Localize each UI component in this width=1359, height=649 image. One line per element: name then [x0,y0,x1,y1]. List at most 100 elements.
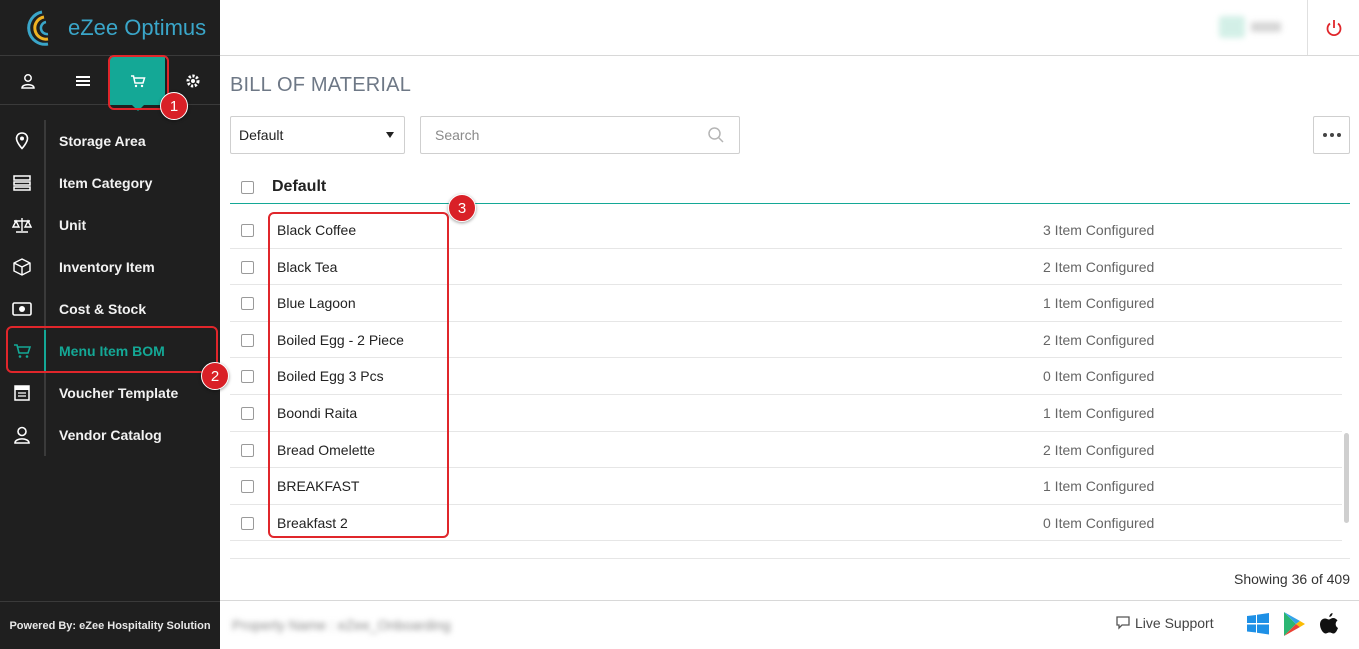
sidebar-item-label: Voucher Template [59,385,179,401]
user-info-blurred[interactable] [1219,14,1289,40]
property-name-blurred: Property Name : eZee_Onboarding [232,617,451,633]
sidebar-item-vendor-catalog[interactable]: Vendor Catalog [0,414,220,456]
group-select-value: Default [239,127,284,143]
row-checkbox[interactable] [241,260,254,274]
powered-by: Powered By: eZee Hospitality Solution [0,601,220,649]
sidebar-item-label: Item Category [59,175,153,191]
item-status: 1 Item Configured [1043,404,1155,421]
item-name: Boondi Raita [277,404,358,421]
table-row[interactable]: Black Coffee 3 Item Configured [230,212,1342,249]
sidebar-item-voucher-template[interactable]: Voucher Template [0,372,220,414]
box-icon [13,258,31,276]
tab-menu[interactable] [55,56,110,105]
row-checkbox[interactable] [241,224,254,237]
caret-down-icon [386,132,394,138]
map-pin-icon [15,132,29,150]
brand: eZee Optimus [0,0,220,56]
sidebar-item-label: Vendor Catalog [59,427,162,443]
item-name: Breakfast 2 [277,514,348,531]
dot [1322,133,1327,137]
sidebar: eZee Optimus Storage Area Item Category [0,0,220,649]
row-checkbox[interactable] [241,516,254,530]
table-row[interactable]: Black Tea 2 Item Configured [230,249,1342,286]
item-status: 0 Item Configured [1043,368,1155,385]
group-select[interactable]: Default [230,116,405,154]
cart-icon [14,344,31,358]
scrollbar[interactable] [1344,433,1349,523]
sidebar-top-tabs [0,56,220,111]
row-checkbox[interactable] [241,297,254,311]
sidebar-item-storage-area[interactable]: Storage Area [0,120,220,162]
table-row[interactable]: Bread Omelette 2 Item Configured [230,432,1342,469]
more-options-button[interactable] [1313,116,1350,154]
table-row[interactable]: Boiled Egg - 2 Piece 2 Item Configured [230,322,1342,359]
tab-cart[interactable] [110,56,165,111]
sidebar-item-menu-item-bom[interactable]: Menu Item BOM [0,330,220,372]
brand-name: eZee Optimus [68,14,207,40]
item-name: BREAKFAST [277,478,360,495]
item-name: Bread Omelette [277,441,376,458]
user-icon [20,73,35,89]
item-name: Boiled Egg 3 Pcs [277,368,384,385]
app-store-links [1246,611,1340,637]
vendor-icon [14,426,30,444]
apple-icon[interactable] [1318,612,1340,636]
item-status: 1 Item Configured [1043,295,1155,312]
chat-icon [1116,616,1130,630]
search-icon[interactable] [707,126,725,149]
brand-logo-icon [18,6,62,50]
list-icon [75,75,90,86]
item-status: 0 Item Configured [1043,514,1155,531]
scale-icon [12,218,32,233]
sidebar-item-label: Menu Item BOM [59,343,165,359]
sidebar-item-inventory-item[interactable]: Inventory Item [0,246,220,288]
item-name: Blue Lagoon [277,295,356,312]
item-name: Boiled Egg - 2 Piece [277,331,404,348]
row-checkbox[interactable] [241,333,254,347]
google-play-icon[interactable] [1282,611,1306,637]
search-input[interactable] [435,117,705,153]
row-checkbox[interactable] [241,443,254,457]
table-row[interactable]: BREAKFAST 1 Item Configured [230,468,1342,505]
dot [1336,133,1341,137]
logout-button[interactable] [1307,0,1359,55]
dot [1329,133,1334,137]
windows-icon[interactable] [1246,612,1270,636]
search-box [420,116,740,154]
table-row[interactable]: Blue Lagoon 1 Item Configured [230,285,1342,322]
live-support-link[interactable]: Live Support [1115,615,1214,631]
divider [230,558,1350,559]
money-icon [12,302,32,316]
annotation-badge-2: 2 [201,362,229,390]
item-status: 3 Item Configured [1043,222,1155,238]
item-status: 2 Item Configured [1043,331,1155,348]
record-count: Showing 36 of 409 [1234,571,1350,587]
sidebar-item-label: Cost & Stock [59,301,147,317]
gear-icon [186,74,199,87]
group-title: Default [272,178,327,195]
tab-user[interactable] [0,56,55,105]
item-status: 2 Item Configured [1043,441,1155,458]
cart-icon [130,74,146,87]
item-name: Black Coffee [277,222,357,238]
sidebar-item-label: Inventory Item [59,259,155,275]
annotation-badge-3: 3 [448,194,476,222]
sidebar-item-label: Unit [59,217,87,233]
grid-header: Default [230,168,1350,204]
footer: Property Name : eZee_Onboarding Live Sup… [220,600,1359,649]
item-status: 2 Item Configured [1043,258,1155,275]
sidebar-item-unit[interactable]: Unit [0,204,220,246]
select-all-checkbox[interactable] [241,181,254,194]
table-row[interactable]: Boiled Egg 3 Pcs 0 Item Configured [230,358,1342,395]
row-checkbox[interactable] [241,480,254,494]
table-row[interactable]: Boondi Raita 1 Item Configured [230,395,1342,432]
item-name: Black Tea [277,258,338,275]
sidebar-item-item-category[interactable]: Item Category [0,162,220,204]
row-checkbox[interactable] [241,370,254,384]
sidebar-item-cost-stock[interactable]: Cost & Stock [0,288,220,330]
row-checkbox[interactable] [241,406,254,420]
voucher-icon [14,385,30,401]
page-title: BILL OF MATERIAL [230,74,412,96]
table-row[interactable]: Breakfast 2 0 Item Configured [230,505,1342,542]
sidebar-item-label: Storage Area [59,133,146,149]
